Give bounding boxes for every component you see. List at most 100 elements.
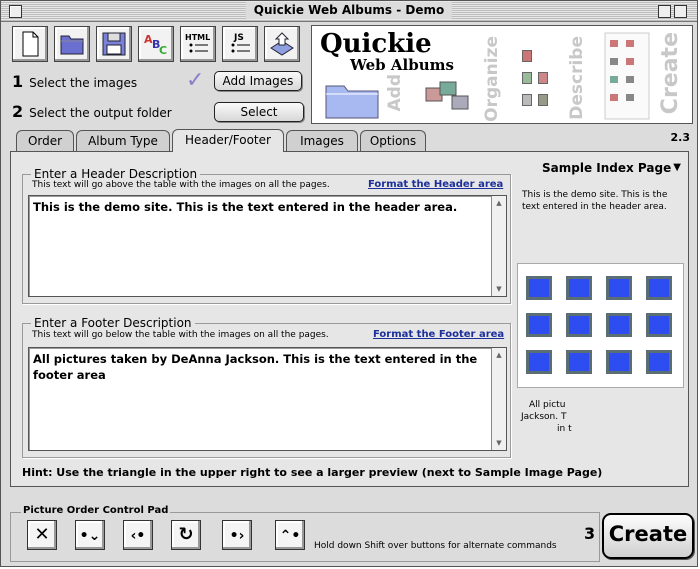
preview-thumb [606,313,632,337]
hint-text: Hint: Use the triangle in the upper righ… [22,466,603,479]
select-button[interactable]: Select [214,102,304,122]
preview-thumb [566,350,592,374]
banner-thumb [522,50,532,62]
checkmark-icon: ✓ [186,68,205,93]
header-section-title: Enter a Header Description [31,167,201,181]
rotate-icon: ↻ [178,524,194,545]
banner-thumb [538,94,548,106]
move-up-button[interactable]: ⌃• [275,520,305,550]
preview-thumb [526,350,552,374]
spellcheck-icon: A BC [144,33,167,57]
javascript-icon: JS [231,33,250,53]
javascript-button[interactable]: JS [222,26,258,62]
header-scrollbar[interactable]: ▲ ▼ [491,196,506,296]
sample-pages-icon [604,32,650,120]
move-left-button[interactable]: ‹• [123,520,153,550]
scroll-down-icon[interactable]: ▼ [492,436,506,450]
sample-page-label: Sample Index Page [542,161,672,175]
html-icon: HTML [185,33,210,53]
open-folder-button[interactable] [54,26,90,62]
preview-thumb [566,313,592,337]
banner-word-describe: Describe [567,36,587,120]
html-button[interactable]: HTML [180,26,216,62]
tab-header-footer[interactable]: Header/Footer [172,129,284,152]
move-down-button[interactable]: •⌄ [75,520,105,550]
upload-icon [270,32,294,56]
move-right-button[interactable]: •› [222,520,252,550]
preview-thumb [606,350,632,374]
preview-header-text: This is the demo site. This is the text … [522,190,668,212]
banner-thumb [538,72,548,84]
step2-label: 2 Select the output folder [12,102,172,121]
header-textarea[interactable]: This is the demo site. This is the text … [28,195,507,297]
new-document-button[interactable] [12,26,48,62]
footer-text-value: All pictures taken by DeAnna Jackson. Th… [33,352,478,382]
preview-footer-line3: in t [557,424,572,434]
save-disk-icon [102,32,126,56]
preview-thumb [526,276,552,300]
banner-word-organize: Organize [482,36,502,122]
dropdown-triangle-icon[interactable]: ▼ [673,157,681,179]
preview-thumb [566,276,592,300]
move-down-icon: •⌄ [79,528,101,544]
step1-label: 1 Select the images [12,72,138,91]
move-left-icon: ‹• [130,528,146,544]
preview-thumb [526,313,552,337]
svg-text:HTML: HTML [185,33,210,42]
title-bar[interactable]: Quickie Web Albums - Demo [1,1,697,22]
format-header-link[interactable]: Format the Header area [368,179,503,190]
banner-word-create: Create [658,32,683,115]
preview-thumb [606,276,632,300]
scroll-up-icon[interactable]: ▲ [492,348,506,362]
zoom-box[interactable] [674,5,687,18]
new-document-icon [22,31,39,57]
save-button[interactable] [96,26,132,62]
folder-graphic-icon [325,85,379,119]
scroll-up-icon[interactable]: ▲ [492,196,506,210]
preview-thumb [646,350,672,374]
upload-button[interactable] [264,26,300,62]
pad-note: Hold down Shift over buttons for alterna… [314,541,557,551]
close-box[interactable] [9,5,22,18]
app-banner: Quickie Web Albums Add Organize Describe… [311,25,693,124]
version-label: 2.3 [670,131,691,144]
step3-number: 3 [584,524,596,543]
create-button[interactable]: Create [602,513,694,559]
delete-icon: ✕ [34,524,50,545]
scroll-down-icon[interactable]: ▼ [492,282,506,296]
move-right-icon: •› [229,528,245,544]
svg-text:C: C [159,44,167,57]
tab-options[interactable]: Options [360,130,426,151]
window-title: Quickie Web Albums - Demo [245,2,453,19]
tab-order[interactable]: Order [16,130,74,151]
header-hint: This text will go above the table with t… [32,180,330,190]
collapse-box[interactable] [658,5,671,18]
footer-textarea[interactable]: All pictures taken by DeAnna Jackson. Th… [28,347,507,451]
preview-thumbnail-grid [517,263,684,388]
banner-thumb [522,94,532,106]
open-folder-icon [60,35,84,55]
rotate-button[interactable]: ↻ [171,520,201,550]
format-footer-link[interactable]: Format the Footer area [373,329,504,340]
svg-text:JS: JS [233,33,244,43]
add-images-button[interactable]: Add Images [214,71,302,91]
footer-hint: This text will go below the table with t… [32,330,329,340]
logo-subtext: Web Albums [350,56,454,74]
photo-stack-icon [425,81,469,110]
preview-footer-line1: All pictu [529,400,566,410]
preview-thumb [646,276,672,300]
move-up-icon: ⌃• [279,528,301,544]
spellcheck-button[interactable]: ABC [138,26,174,62]
sample-page-dropdown[interactable]: Sample Index Page ▼ [516,157,685,179]
banner-word-add: Add [385,74,405,112]
footer-scrollbar[interactable]: ▲ ▼ [491,348,506,450]
preview-footer-line2: Jackson. T [521,412,567,422]
pad-title: Picture Order Control Pad [21,505,171,516]
logo-text: Quickie [320,29,432,59]
banner-thumb [522,72,532,84]
delete-button[interactable]: ✕ [27,520,57,550]
tab-album-type[interactable]: Album Type [76,130,170,151]
header-text-value: This is the demo site. This is the text … [33,200,458,214]
footer-section-title: Enter a Footer Description [31,316,195,330]
tab-images[interactable]: Images [286,130,358,151]
